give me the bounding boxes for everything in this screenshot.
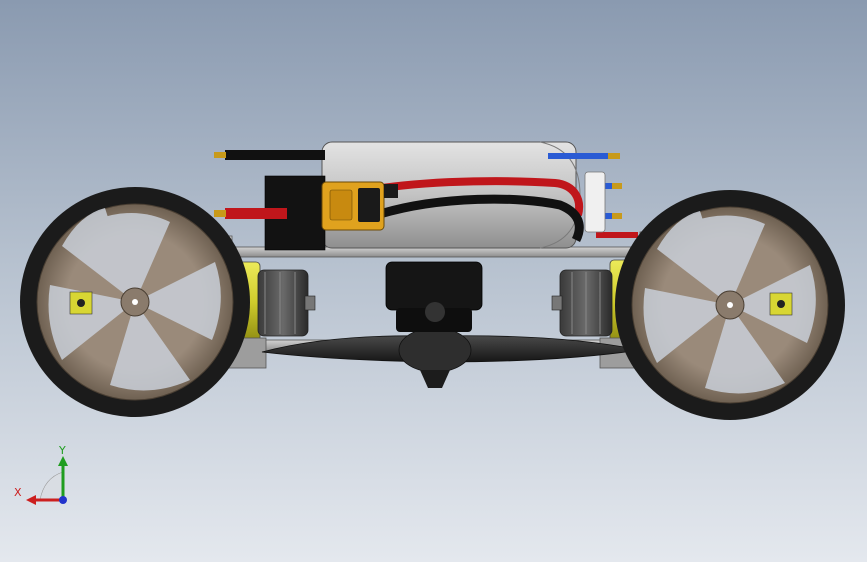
right-wheel[interactable] [615,190,845,420]
propeller-hub [398,327,472,373]
wire-red-right [596,232,638,238]
y-axis-label: Y [58,444,66,457]
wire-red-left [225,208,287,219]
cad-model-viewport[interactable]: Y X [0,0,867,562]
z-axis-dot [59,496,67,504]
balance-plug [584,171,606,233]
x-axis-label: X [14,486,22,499]
coordinate-triad: Y X [14,444,68,505]
triad-plane-icon [39,471,64,501]
left-wheel[interactable] [20,187,250,417]
wire-black-top [225,150,325,160]
